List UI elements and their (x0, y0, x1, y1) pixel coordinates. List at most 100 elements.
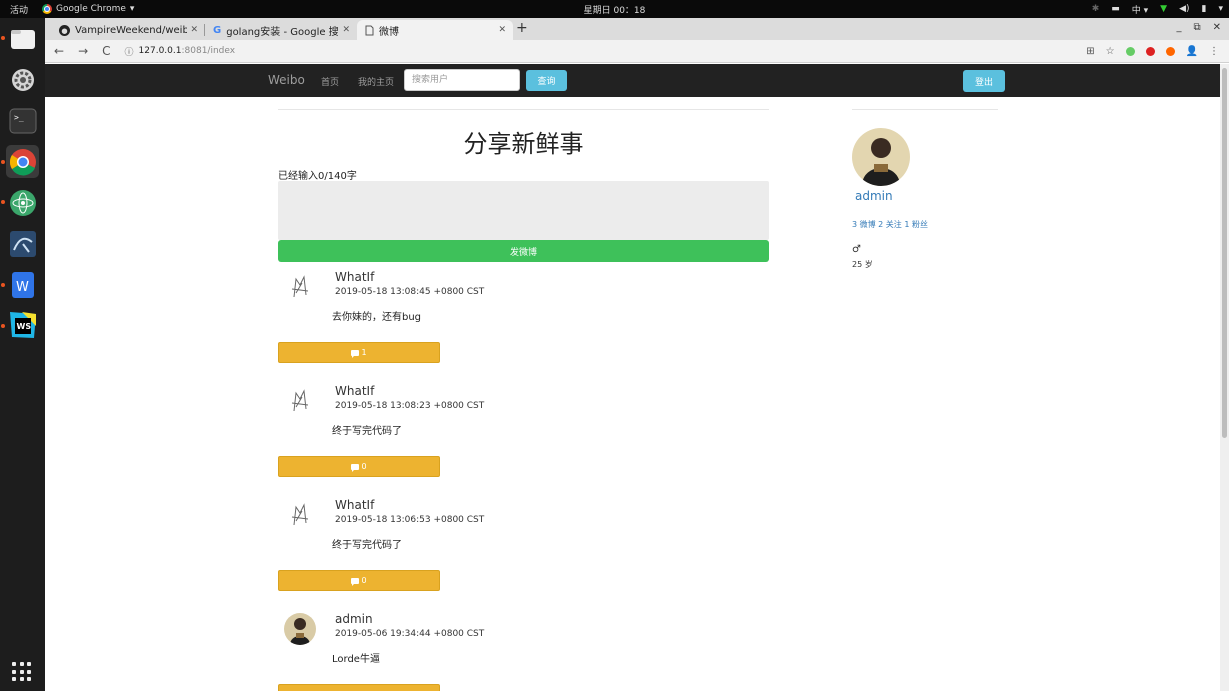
sketch-avatar-icon[interactable] (284, 385, 316, 417)
char-counter: 已经输入0/140字 (278, 171, 357, 182)
photo-avatar-icon[interactable] (284, 613, 316, 645)
address-bar[interactable]: ⓘ 127.0.0.1 :8081/index (125, 45, 236, 58)
show-applications-icon[interactable] (12, 662, 32, 682)
back-icon[interactable]: ← (54, 44, 64, 58)
minimize-icon[interactable]: _ (1176, 22, 1181, 33)
settings-icon[interactable] (6, 63, 39, 96)
translate-icon[interactable]: ⊞ (1086, 46, 1094, 57)
comment-button[interactable]: 0 (278, 456, 440, 477)
search-button[interactable]: 查询 (526, 70, 567, 91)
files-icon[interactable] (6, 22, 39, 55)
menu-kebab-icon[interactable]: ⋮ (1209, 46, 1219, 57)
battery-icon[interactable]: ▮ (1202, 4, 1207, 14)
url-host: 127.0.0.1 (138, 46, 182, 56)
composer-title: 分享新鲜事 (463, 130, 584, 158)
sketch-avatar-icon[interactable] (284, 499, 316, 531)
logout-button[interactable]: 登出 (963, 70, 1005, 92)
post-time: 2019-05-18 13:06:53 +0800 CST (335, 515, 485, 525)
wifi-icon[interactable]: ▼ (1160, 4, 1167, 14)
post-content: Lorde牛逼 (332, 654, 380, 665)
info-icon[interactable]: ⓘ (125, 45, 134, 58)
extension-orange-icon[interactable] (1165, 47, 1175, 56)
post-content: 终于写完代码了 (332, 426, 402, 437)
comment-button[interactable] (278, 684, 440, 691)
extensions: ⊞ ☆ 👤 ⋮ (1086, 40, 1219, 63)
screen-icon[interactable]: ▬ (1111, 4, 1120, 14)
weibo-textarea[interactable] (278, 181, 769, 240)
forward-icon[interactable]: → (78, 44, 88, 58)
close-icon[interactable]: ✕ (498, 25, 506, 35)
webstorm-icon[interactable]: WS (6, 308, 39, 341)
running-indicator (1, 283, 5, 287)
chrome-dock-icon[interactable] (6, 145, 39, 178)
post-item: WhatIf 2019-05-18 13:06:53 +0800 CST 终于写… (278, 493, 769, 593)
new-tab-icon[interactable]: + (516, 20, 528, 38)
post-time: 2019-05-18 13:08:45 +0800 CST (335, 287, 485, 297)
reload-icon[interactable]: C (102, 44, 110, 58)
system-top-bar: 活动 Google Chrome ▾ 星期日 00：18 ✱ ▬ 中 ▾ ▼ ◀… (0, 0, 1229, 18)
svg-text:>_: >_ (14, 113, 24, 122)
post-author[interactable]: admin (335, 612, 373, 626)
chevron-down-icon: ▾ (129, 4, 135, 14)
google-icon: G (213, 24, 222, 36)
nav-my-page-link[interactable]: 我的主页 (358, 75, 394, 88)
volume-icon[interactable]: ◀) (1179, 4, 1189, 14)
post-author[interactable]: WhatIf (335, 384, 374, 398)
male-icon: ♂ (852, 244, 861, 255)
close-icon[interactable]: ✕ (190, 25, 198, 35)
comment-icon (351, 463, 360, 472)
tab-weibo[interactable]: 微博 ✕ (357, 20, 513, 40)
clock[interactable]: 星期日 00：18 (584, 6, 646, 16)
tab-title: 微博 (379, 26, 399, 38)
post-author[interactable]: WhatIf (335, 498, 374, 512)
scrollbar-thumb[interactable] (1222, 68, 1227, 438)
close-icon[interactable]: ✕ (342, 25, 350, 35)
brand-link[interactable]: Weibo (268, 73, 305, 87)
adblock-icon[interactable] (1145, 47, 1155, 56)
tab-strip: VampireWeekend/weibo ✕ G golang安装 - Goog… (45, 18, 1229, 40)
post-time: 2019-05-18 13:08:23 +0800 CST (335, 401, 485, 411)
comment-icon (351, 349, 360, 358)
divider (278, 109, 769, 110)
bookmark-star-icon[interactable]: ☆ (1106, 46, 1115, 57)
post-item: WhatIf 2019-05-18 13:08:23 +0800 CST 终于写… (278, 379, 769, 479)
mysql-workbench-icon[interactable] (6, 227, 39, 260)
close-window-icon[interactable]: ✕ (1213, 22, 1221, 33)
terminal-icon[interactable]: >_ (6, 104, 39, 137)
profile-icon[interactable]: 👤 (1186, 46, 1198, 57)
power-menu-icon[interactable]: ▾ (1218, 4, 1223, 14)
post-weibo-button[interactable]: 发微博 (278, 240, 769, 262)
browser-toolbar: ← → C ⓘ 127.0.0.1 :8081/index ⊞ ☆ 👤 ⋮ (45, 40, 1229, 63)
restore-icon[interactable]: ⧉ (1193, 22, 1200, 33)
comment-count: 0 (361, 462, 367, 471)
profile-stats[interactable]: 3 微博 2 关注 1 粉丝 (852, 219, 928, 230)
tab-title: VampireWeekend/weibo (75, 24, 187, 36)
post-author[interactable]: WhatIf (335, 270, 374, 284)
tab-github[interactable]: VampireWeekend/weibo ✕ (51, 20, 205, 40)
input-method[interactable]: 中 ▾ (1132, 3, 1148, 16)
profile-name[interactable]: admin (855, 189, 893, 203)
wps-writer-icon[interactable]: W (6, 268, 39, 301)
comment-count: 0 (361, 576, 367, 585)
bluetooth-icon[interactable]: ✱ (1092, 4, 1100, 14)
comment-icon (351, 577, 360, 586)
system-tray: ✱ ▬ 中 ▾ ▼ ◀) ▮ ▾ (1092, 0, 1223, 18)
user-search-input[interactable] (404, 69, 520, 91)
running-indicator (1, 36, 5, 40)
profile-avatar[interactable] (852, 128, 910, 186)
tab-google-search[interactable]: G golang安装 - Google 搜索 ✕ (205, 20, 357, 40)
app-menu[interactable]: Google Chrome ▾ (42, 4, 134, 14)
comment-button[interactable]: 1 (278, 342, 440, 363)
extension-green-icon[interactable] (1125, 47, 1135, 56)
page-scrollbar[interactable] (1220, 64, 1229, 691)
running-indicator (1, 324, 5, 328)
atom-icon[interactable] (6, 186, 39, 219)
chrome-icon (42, 4, 52, 14)
post-content: 终于写完代码了 (332, 540, 402, 551)
nav-home-link[interactable]: 首页 (321, 75, 339, 88)
activities-button[interactable]: 活动 (10, 3, 38, 16)
app-menu-label: Google Chrome (56, 4, 126, 14)
github-icon (59, 24, 70, 36)
comment-button[interactable]: 0 (278, 570, 440, 591)
sketch-avatar-icon[interactable] (284, 271, 316, 303)
